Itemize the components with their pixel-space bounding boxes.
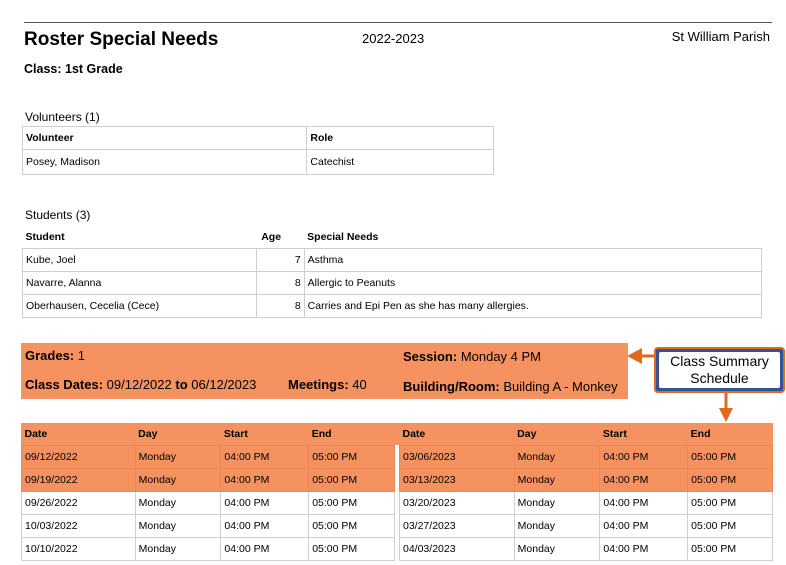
callout-arrows xyxy=(627,348,733,422)
arrow-down-icon xyxy=(719,408,733,422)
arrow-left-icon xyxy=(627,348,642,364)
